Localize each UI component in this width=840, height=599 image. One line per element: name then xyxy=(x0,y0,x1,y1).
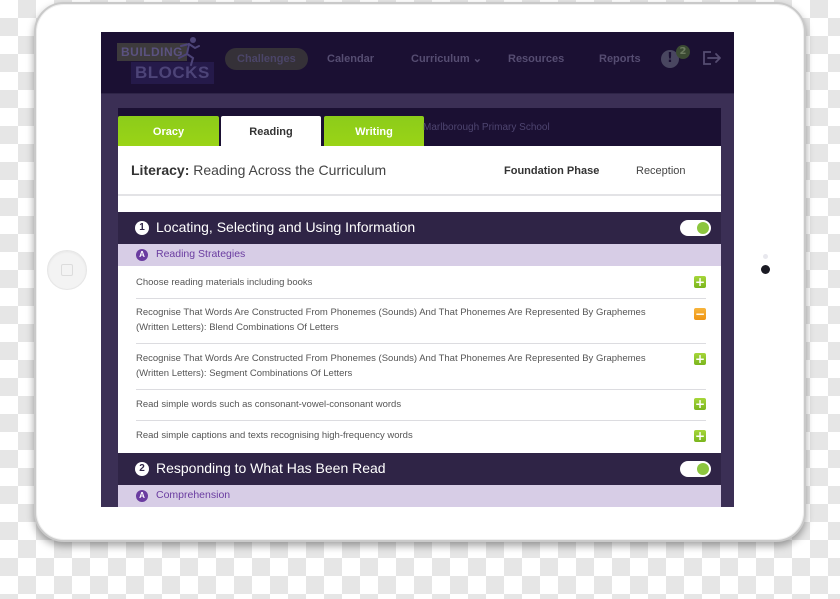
home-button[interactable] xyxy=(47,250,87,290)
logout-icon[interactable] xyxy=(702,50,722,66)
item-text: Recognise That Words Are Constructed Fro… xyxy=(136,353,646,379)
list-item: Read simple captions and texts recognisi… xyxy=(136,420,706,452)
subsection-title: Reading Strategies xyxy=(156,248,246,260)
runner-icon xyxy=(178,37,200,66)
front-camera xyxy=(761,265,770,274)
list-item: Recognise That Words Are Constructed Fro… xyxy=(136,343,706,390)
section-header[interactable]: 2 Responding to What Has Been Read xyxy=(118,453,721,485)
section-header[interactable]: 1 Locating, Selecting and Using Informat… xyxy=(118,212,721,244)
top-navigation: BUILDING BLOCKS Challenges Calendar Curr… xyxy=(101,32,734,94)
subsection-letter-icon: A xyxy=(136,490,148,502)
school-name: Marlborough Primary School xyxy=(423,122,550,133)
subsection-letter-icon: A xyxy=(136,249,148,261)
section-title: Locating, Selecting and Using Informatio… xyxy=(156,219,416,235)
item-text: Recognise That Words Are Constructed Fro… xyxy=(136,307,646,333)
curriculum-content: Literacy: Reading Across the Curriculum … xyxy=(118,146,721,507)
list-item: Recognise That Words Are Constructed Fro… xyxy=(136,298,706,344)
nav-challenges[interactable]: Challenges xyxy=(225,48,308,70)
list-item: Read simple words such as consonant-vowe… xyxy=(136,389,706,421)
list-item: Choose reading materials including books… xyxy=(136,266,706,299)
page-title: Literacy: Reading Across the Curriculum xyxy=(131,162,386,178)
item-text: Read simple words such as consonant-vowe… xyxy=(136,399,402,410)
tab-oracy[interactable]: Oracy xyxy=(118,116,219,146)
phase-label[interactable]: Foundation Phase xyxy=(504,165,599,177)
app-screen: BUILDING BLOCKS Challenges Calendar Curr… xyxy=(101,32,734,507)
add-icon[interactable]: + xyxy=(694,430,706,442)
year-label[interactable]: Reception xyxy=(636,165,686,177)
section-toggle[interactable] xyxy=(680,220,711,236)
nav-resources[interactable]: Resources xyxy=(508,48,564,70)
tab-reading[interactable]: Reading xyxy=(221,116,321,146)
add-icon[interactable]: + xyxy=(694,398,706,410)
subsection-header[interactable]: A Comprehension xyxy=(118,485,721,507)
subsection-title: Comprehension xyxy=(156,489,231,501)
subsection-header[interactable]: A Reading Strategies xyxy=(118,244,721,266)
section-number-icon: 2 xyxy=(135,462,149,476)
section-number-icon: 1 xyxy=(135,221,149,235)
section-toggle[interactable] xyxy=(680,461,711,477)
alert-count-badge: 2 xyxy=(676,45,690,59)
toggle-knob xyxy=(697,463,709,475)
logo-line2: BLOCKS xyxy=(131,62,214,84)
add-icon[interactable]: + xyxy=(694,276,706,288)
add-icon[interactable]: + xyxy=(694,353,706,365)
toggle-knob xyxy=(697,222,709,234)
nav-reports[interactable]: Reports xyxy=(599,48,641,70)
item-text: Read simple captions and texts recognisi… xyxy=(136,430,413,441)
nav-curriculum[interactable]: Curriculum ⌄ xyxy=(411,48,482,70)
nav-calendar[interactable]: Calendar xyxy=(327,48,374,70)
proximity-sensor xyxy=(763,254,768,259)
curriculum-panel: Oracy Reading Writing Marlborough Primar… xyxy=(118,108,721,507)
remove-icon[interactable]: − xyxy=(694,308,706,320)
title-subject: Literacy: xyxy=(131,162,190,178)
tab-writing[interactable]: Writing xyxy=(324,116,424,146)
building-blocks-logo[interactable]: BUILDING BLOCKS xyxy=(117,37,217,86)
section-title: Responding to What Has Been Read xyxy=(156,460,386,476)
title-text: Reading Across the Curriculum xyxy=(189,162,387,178)
item-text: Choose reading materials including books xyxy=(136,277,313,288)
title-row: Literacy: Reading Across the Curriculum … xyxy=(118,146,721,196)
